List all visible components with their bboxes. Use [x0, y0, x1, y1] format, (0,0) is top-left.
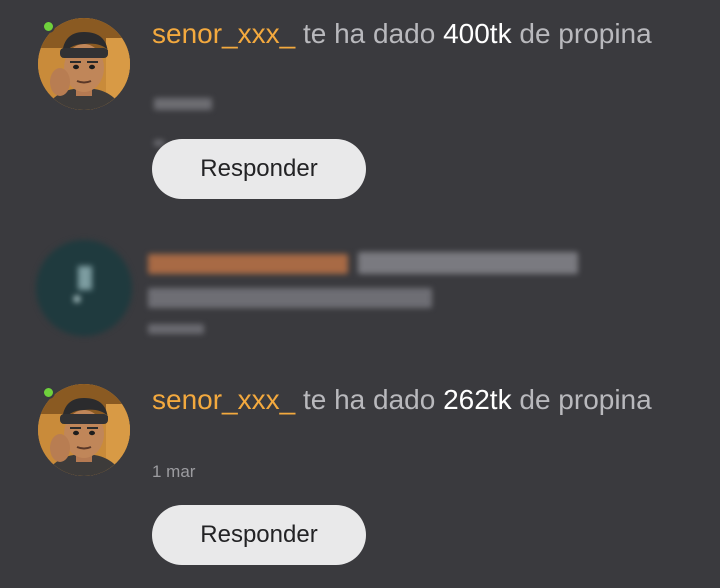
tip-notification: senor_xxx_ te ha dado 262tk de propina 1…	[0, 382, 720, 572]
tip-notification: senor_xxx_ te ha dado 400tk de propina R…	[0, 16, 720, 206]
tip-amount: 400tk	[443, 18, 512, 49]
reply-button[interactable]: Responder	[152, 139, 366, 199]
online-status-icon	[42, 386, 55, 399]
username-link[interactable]: senor_xxx_	[152, 384, 295, 415]
avatar[interactable]	[38, 18, 130, 110]
message-text: te ha dado	[295, 18, 444, 49]
redacted-notification	[0, 236, 720, 340]
redacted-avatar	[36, 240, 132, 336]
notification-date: 1 mar	[152, 462, 196, 481]
avatar[interactable]	[38, 384, 130, 476]
reply-button[interactable]: Responder	[152, 505, 366, 565]
message-text-end: de propina	[511, 384, 652, 415]
message-text: te ha dado	[295, 384, 444, 415]
notification-message: senor_xxx_ te ha dado 400tk de propina	[152, 16, 672, 52]
username-link[interactable]: senor_xxx_	[152, 18, 295, 49]
message-text-end: de propina	[511, 18, 652, 49]
tip-amount: 262tk	[443, 384, 512, 415]
notification-feed: senor_xxx_ te ha dado 400tk de propina R…	[0, 0, 720, 588]
notification-message: senor_xxx_ te ha dado 262tk de propina	[152, 382, 672, 418]
online-status-icon	[42, 20, 55, 33]
